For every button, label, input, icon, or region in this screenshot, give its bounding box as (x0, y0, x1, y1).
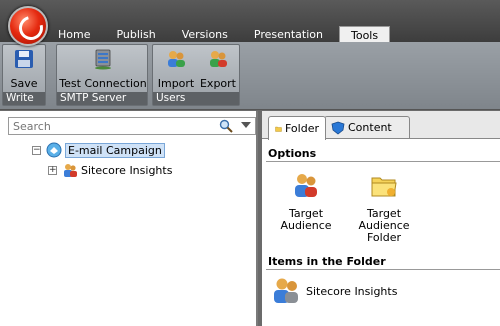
group-label-write: Write (3, 92, 45, 105)
items-in-folder-heading: Items in the Folder (268, 255, 386, 268)
details-pane: Content Folder Options Target Audience T… (262, 111, 500, 326)
folder-item-label: Sitecore Insights (306, 284, 398, 298)
ribbon-group-smtp-server: Test Connection SMTP Server (56, 44, 148, 106)
group-label-smtp-server: SMTP Server (57, 92, 147, 105)
users-icon (64, 164, 77, 177)
content-tree-pane: − E-mail Campaign + Sitecore Insights (0, 111, 258, 326)
divider (266, 161, 500, 162)
folder-item-sitecore-insights[interactable]: Sitecore Insights (270, 275, 397, 307)
target-audience-folder-icon (371, 177, 397, 197)
import-button[interactable]: Import (157, 48, 195, 90)
tree-item-label: E-mail Campaign (65, 142, 165, 158)
divider (266, 269, 500, 270)
folder-icon (275, 126, 282, 132)
save-button[interactable]: Save (7, 48, 41, 90)
tab-content[interactable]: Content (324, 116, 410, 138)
content-shield-icon (331, 121, 345, 135)
tree-item-label: Sitecore Insights (81, 163, 173, 177)
email-campaign-icon (46, 142, 62, 158)
title-bar: Home Publish Versions Presentation Tools (0, 0, 500, 46)
ribbon: Save Write Test Connection SMTP Server I… (0, 42, 500, 110)
content-tabs: Content Folder (262, 111, 500, 140)
export-users-icon (210, 51, 227, 67)
test-connection-button[interactable]: Test Connection (59, 48, 147, 90)
target-audience-option[interactable]: Target Audience (274, 171, 338, 232)
tree-item-sitecore-insights[interactable]: + Sitecore Insights (48, 160, 172, 180)
search-box (8, 117, 256, 135)
expand-icon[interactable]: + (48, 165, 57, 175)
ribbon-group-write: Save Write (2, 44, 46, 106)
users-icon (274, 278, 298, 303)
export-button[interactable]: Export (199, 48, 237, 90)
collapse-icon[interactable]: − (32, 145, 41, 155)
ribbon-group-users: Import Export Users (152, 44, 240, 106)
search-input[interactable] (9, 118, 209, 134)
save-disk-icon (15, 50, 33, 68)
option-label-line: Audience (280, 219, 332, 232)
options-heading: Options (268, 147, 317, 160)
content-tree: − E-mail Campaign + Sitecore Insights (32, 140, 172, 180)
group-label-users: Users (153, 92, 239, 105)
app-menu-orb-icon[interactable] (8, 6, 48, 46)
target-audience-folder-option[interactable]: Target Audience Folder (352, 171, 416, 244)
option-label-line: Folder (367, 231, 401, 244)
tree-item-email-campaign[interactable]: − E-mail Campaign (32, 140, 172, 160)
import-users-icon (168, 51, 185, 67)
target-audience-icon (295, 174, 317, 197)
search-dropdown-icon[interactable] (241, 122, 251, 128)
search-icon[interactable] (219, 119, 233, 133)
server-connection-icon (95, 49, 111, 70)
tab-folder[interactable]: Folder (268, 116, 326, 140)
